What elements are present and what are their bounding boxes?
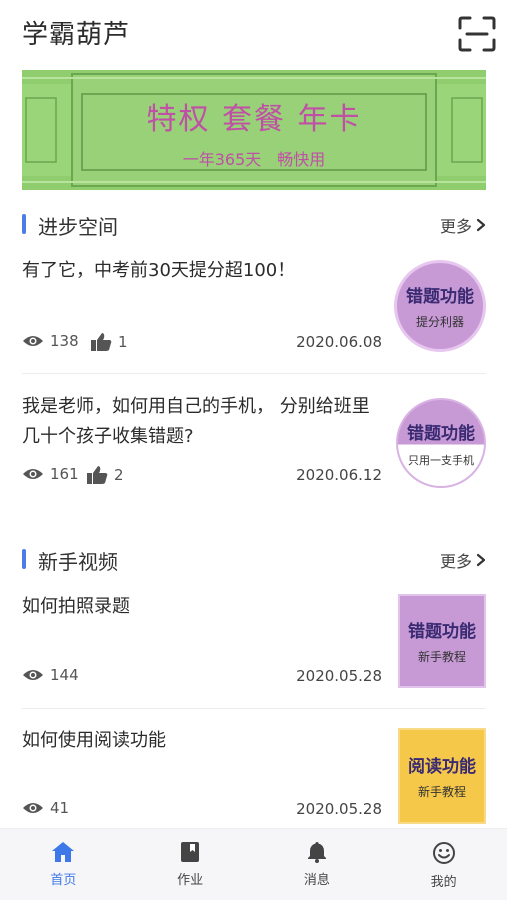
thumbs-up-icon xyxy=(91,333,112,351)
section-accent-bar xyxy=(22,549,26,569)
article-date: 2020.06.08 xyxy=(296,333,382,351)
article-meta: 138 1 2020.06.08 xyxy=(22,332,382,354)
article-card[interactable]: 有了它，中考前30天提分超100！ 138 1 2020.06.08 错题功能 … xyxy=(22,256,486,364)
tab-label: 消息 xyxy=(303,873,330,888)
article-thumbnail: 错题功能 只用一支手机 xyxy=(396,398,486,488)
scan-button[interactable] xyxy=(458,16,496,52)
section-accent-bar xyxy=(22,214,26,234)
chevron-right-icon xyxy=(476,553,486,567)
divider xyxy=(22,373,486,374)
video-date: 2020.05.28 xyxy=(296,800,382,818)
view-count: 161 xyxy=(22,465,79,483)
tab-profile[interactable]: 我的 xyxy=(380,829,507,900)
home-icon xyxy=(52,842,75,862)
video-date: 2020.05.28 xyxy=(296,667,382,685)
video-card[interactable]: 如何使用阅读功能 41 2020.05.28 阅读功能 新手教程 xyxy=(22,726,486,824)
smiley-icon xyxy=(432,842,455,864)
eye-icon xyxy=(23,469,43,479)
thumb-subtitle: 只用一支手机 xyxy=(408,453,474,467)
thumb-title: 错题功能 xyxy=(406,287,474,307)
scan-icon xyxy=(458,16,496,52)
thumb-subtitle: 新手教程 xyxy=(417,785,466,799)
app-title: 学霸葫芦 xyxy=(22,20,131,50)
eye-icon xyxy=(23,336,43,346)
view-count: 41 xyxy=(22,799,69,817)
video-thumbnail: 阅读功能 新手教程 xyxy=(398,728,486,824)
video-meta: 41 2020.05.28 xyxy=(22,799,382,821)
video-title: 如何拍照录题 xyxy=(22,596,130,617)
view-count: 144 xyxy=(22,666,79,684)
app-header: 学霸葫芦 xyxy=(0,0,507,70)
chevron-right-icon xyxy=(476,218,486,232)
video-title: 如何使用阅读功能 xyxy=(22,730,166,751)
promo-banner[interactable]: 特权 套餐 年卡 一年365天 畅快用 xyxy=(22,70,486,190)
like-count: 2 xyxy=(86,465,124,485)
more-label: 更多 xyxy=(439,217,472,236)
article-date: 2020.06.12 xyxy=(296,466,382,484)
video-meta: 144 2020.05.28 xyxy=(22,666,382,688)
more-button[interactable]: 更多 xyxy=(440,548,486,572)
section-title: 进步空间 xyxy=(38,215,118,239)
bottom-tab-bar: 首页 作业 消息 我的 xyxy=(0,828,507,900)
tab-label: 作业 xyxy=(177,873,204,888)
article-title: 有了它，中考前30天提分超100！ xyxy=(22,260,296,281)
thumb-subtitle: 新手教程 xyxy=(417,650,466,664)
section-header-videos: 新手视频 更多 xyxy=(22,546,486,574)
banner-subtitle: 一年365天 畅快用 xyxy=(182,150,326,169)
article-title: 我是老师，如何用自己的手机， 分别给班里几十个孩子收集错题? xyxy=(22,396,370,447)
video-thumbnail: 错题功能 新手教程 xyxy=(398,594,486,688)
article-meta: 161 2 2020.06.12 xyxy=(22,465,382,487)
thumb-title: 阅读功能 xyxy=(408,757,476,777)
tab-home[interactable]: 首页 xyxy=(0,829,127,900)
tab-homework[interactable]: 作业 xyxy=(127,829,254,900)
more-button[interactable]: 更多 xyxy=(440,213,486,237)
thumb-title: 错题功能 xyxy=(408,622,476,642)
tab-label: 我的 xyxy=(430,875,457,890)
article-thumbnail: 错题功能 提分利器 xyxy=(394,260,486,352)
more-label: 更多 xyxy=(439,552,472,571)
banner-title: 特权 套餐 年卡 xyxy=(146,102,362,137)
thumbs-up-icon xyxy=(87,466,108,484)
thumb-subtitle: 提分利器 xyxy=(415,315,464,329)
section-title: 新手视频 xyxy=(38,550,118,574)
book-icon xyxy=(181,842,200,862)
eye-icon xyxy=(23,803,43,813)
bell-icon xyxy=(307,842,326,863)
tab-messages[interactable]: 消息 xyxy=(254,829,381,900)
eye-icon xyxy=(23,670,43,680)
section-header-progress: 进步空间 更多 xyxy=(22,211,486,239)
like-count: 1 xyxy=(90,332,128,352)
tab-label: 首页 xyxy=(50,873,77,888)
video-card[interactable]: 如何拍照录题 144 2020.05.28 错题功能 新手教程 xyxy=(22,592,486,692)
view-count: 138 xyxy=(22,332,79,350)
divider xyxy=(22,708,486,709)
thumb-title: 错题功能 xyxy=(407,423,475,444)
article-card[interactable]: 我是老师，如何用自己的手机， 分别给班里几十个孩子收集错题? 161 2 202… xyxy=(22,392,486,492)
